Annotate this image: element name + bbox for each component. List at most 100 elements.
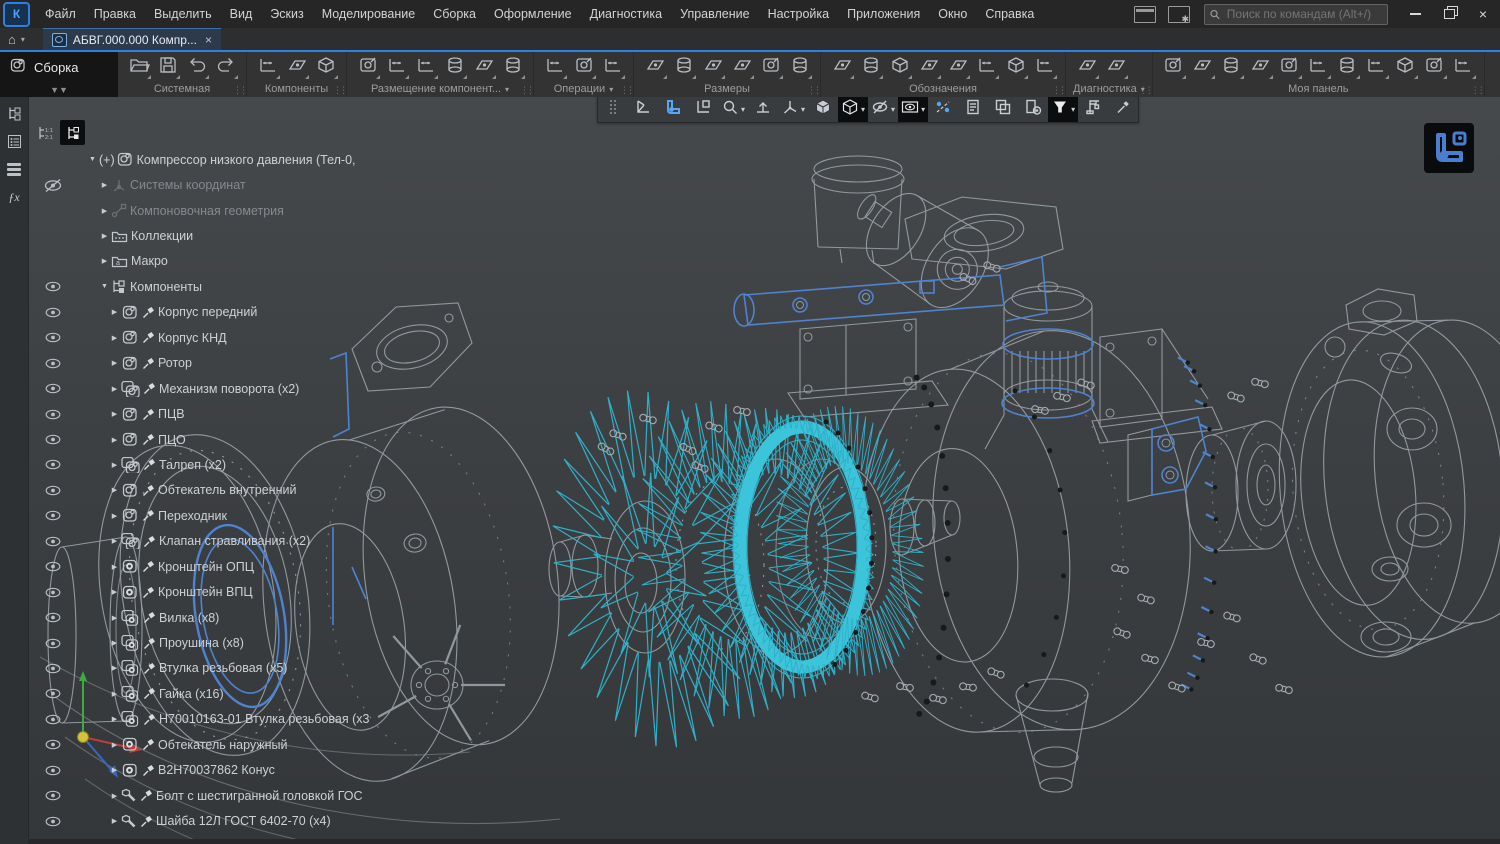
menu-item-2[interactable]: Правка <box>85 0 145 28</box>
tree-row-1[interactable]: ▼(+)Компрессор низкого давления (Тел-0, <box>28 147 358 172</box>
visibility-eye-icon[interactable] <box>28 790 78 801</box>
expand-collapse-arrow[interactable]: ▶ <box>108 664 121 672</box>
menu-item-6[interactable]: Моделирование <box>313 0 425 28</box>
menu-item-10[interactable]: Управление <box>671 0 759 28</box>
window-settings-icon[interactable] <box>1168 6 1190 23</box>
group-drag-grip[interactable]: ⋮⋮ <box>233 85 245 95</box>
chevron-down-icon[interactable]: ▾ <box>801 105 805 114</box>
visibility-eye-icon[interactable] <box>28 409 78 420</box>
tree-row-27[interactable]: ▶Шайба 12Л ГОСТ 6402-70 (x4) <box>28 808 358 833</box>
filter-button[interactable]: ▾ <box>1048 97 1078 122</box>
expand-collapse-arrow[interactable]: ▶ <box>108 410 121 418</box>
construction-plane-button[interactable] <box>1218 54 1245 80</box>
layers-button[interactable] <box>1334 54 1361 80</box>
group-drag-grip[interactable]: ⋮⋮ <box>620 85 632 95</box>
expand-collapse-arrow[interactable]: ▶ <box>108 563 121 571</box>
windows-layout-icon[interactable] <box>1134 6 1156 23</box>
visibility-eye-icon[interactable] <box>28 281 78 292</box>
tree-row-7[interactable]: ▶Корпус передний <box>28 300 358 325</box>
visibility-eye-icon[interactable] <box>28 434 78 445</box>
eyedropper-button[interactable] <box>1108 97 1138 122</box>
mate-coincident-button[interactable] <box>354 54 381 80</box>
visibility-off-icon[interactable] <box>28 178 78 193</box>
chevron-down-icon[interactable]: ▾ <box>861 105 865 114</box>
chevron-down-icon[interactable]: ▾ <box>741 105 745 114</box>
mate-perpendicular-button[interactable] <box>412 54 439 80</box>
visibility-eye-icon[interactable] <box>28 663 78 674</box>
expand-collapse-arrow[interactable]: ▶ <box>108 741 121 749</box>
tree-row-12[interactable]: ▶ПЦО <box>28 427 358 452</box>
center-mark-button[interactable] <box>1031 54 1058 80</box>
tree-row-2[interactable]: ▶Системы координат <box>28 172 358 197</box>
structure-button[interactable] <box>1078 97 1108 122</box>
expand-collapse-arrow[interactable]: ▶ <box>108 817 121 825</box>
measure-distance-button[interactable] <box>1073 54 1100 80</box>
menu-item-13[interactable]: Окно <box>929 0 976 28</box>
wireframe-display-button[interactable]: ▾ <box>838 97 868 122</box>
visibility-eye-icon[interactable] <box>28 714 78 725</box>
tree-row-18[interactable]: ▶Кронштейн ВПЦ <box>28 579 358 604</box>
tree-row-14[interactable]: ▶Обтекатель внутренний <box>28 478 358 503</box>
tree-row-21[interactable]: ▶Втулка резьбовая (x5) <box>28 656 358 681</box>
tree-structure-tab[interactable] <box>60 120 85 145</box>
expand-collapse-arrow[interactable]: ▶ <box>98 257 111 265</box>
expand-collapse-arrow[interactable]: ▶ <box>108 537 121 545</box>
linear-dimension-button[interactable] <box>670 54 697 80</box>
expand-collapse-arrow[interactable]: ▶ <box>108 385 121 393</box>
expand-collapse-arrow[interactable]: ▶ <box>108 486 121 494</box>
tree-row-4[interactable]: ▶Коллекции <box>28 223 358 248</box>
menu-item-4[interactable]: Вид <box>221 0 262 28</box>
mate-angle-button[interactable] <box>470 54 497 80</box>
radial-dimension-button[interactable] <box>728 54 755 80</box>
expand-collapse-arrow[interactable]: ▶ <box>108 512 121 520</box>
pattern-operation-button[interactable] <box>599 54 626 80</box>
menu-item-8[interactable]: Оформление <box>485 0 581 28</box>
point-button[interactable] <box>1160 54 1187 80</box>
visibility-eye-icon[interactable] <box>28 307 78 318</box>
orientation-widget[interactable] <box>1424 123 1474 173</box>
visibility-eye-icon[interactable] <box>28 510 78 521</box>
leader-line-button[interactable] <box>886 54 913 80</box>
open-document-button[interactable] <box>125 54 152 80</box>
surface-mark-button[interactable] <box>944 54 971 80</box>
restore-button[interactable] <box>1432 0 1466 28</box>
shaded-display-button[interactable] <box>808 97 838 122</box>
rotate-view-button[interactable] <box>658 97 688 122</box>
tree-row-19[interactable]: ▶Вилка (x8) <box>28 605 358 630</box>
mate-tangent-button[interactable] <box>499 54 526 80</box>
group-drag-grip[interactable]: ⋮⋮ <box>520 85 532 95</box>
visibility-eye-icon[interactable] <box>28 332 78 343</box>
menu-item-14[interactable]: Справка <box>976 0 1043 28</box>
zoom-button[interactable]: ▾ <box>718 97 748 122</box>
move-component-button[interactable] <box>1305 54 1332 80</box>
tree-row-20[interactable]: ▶Проушина (x8) <box>28 630 358 655</box>
expand-collapse-arrow[interactable]: ▶ <box>108 766 121 774</box>
expand-collapse-arrow-open[interactable]: ▼ <box>98 283 111 290</box>
visibility-eye-icon[interactable] <box>28 383 78 394</box>
add-component-from-file-button[interactable] <box>254 54 281 80</box>
group-drag-grip[interactable]: ⋮⋮ <box>1052 85 1064 95</box>
expand-collapse-arrow-open[interactable]: ▼ <box>86 156 99 163</box>
group-drag-grip[interactable]: ⋮⋮ <box>333 85 345 95</box>
menu-item-12[interactable]: Приложения <box>838 0 929 28</box>
isometry-button[interactable] <box>628 97 658 122</box>
app-logo-icon[interactable]: К <box>3 2 30 27</box>
home-tab-button[interactable]: ⌂ ▾ <box>0 28 29 50</box>
visibility-eye-icon[interactable] <box>28 536 78 547</box>
chevron-down-icon[interactable]: ▾ <box>609 85 613 94</box>
visibility-eye-icon[interactable] <box>28 739 78 750</box>
expand-collapse-arrow[interactable]: ▶ <box>108 334 121 342</box>
menu-item-11[interactable]: Настройка <box>759 0 839 28</box>
add-light-button[interactable] <box>1363 54 1390 80</box>
points-array-button[interactable] <box>1247 54 1274 80</box>
check-collisions-button[interactable] <box>1102 54 1129 80</box>
save-button[interactable] <box>154 54 181 80</box>
visibility-eye-icon[interactable] <box>28 765 78 776</box>
tree-row-10[interactable]: ▶Механизм поворота (x2) <box>28 376 358 401</box>
expand-collapse-arrow[interactable]: ▶ <box>108 588 121 596</box>
menu-item-9[interactable]: Диагностика <box>581 0 671 28</box>
rotate-component-button[interactable] <box>1276 54 1303 80</box>
expand-collapse-arrow[interactable]: ▶ <box>108 461 121 469</box>
tab-close-icon[interactable]: × <box>205 33 212 47</box>
visibility-eye-icon[interactable] <box>28 561 78 572</box>
